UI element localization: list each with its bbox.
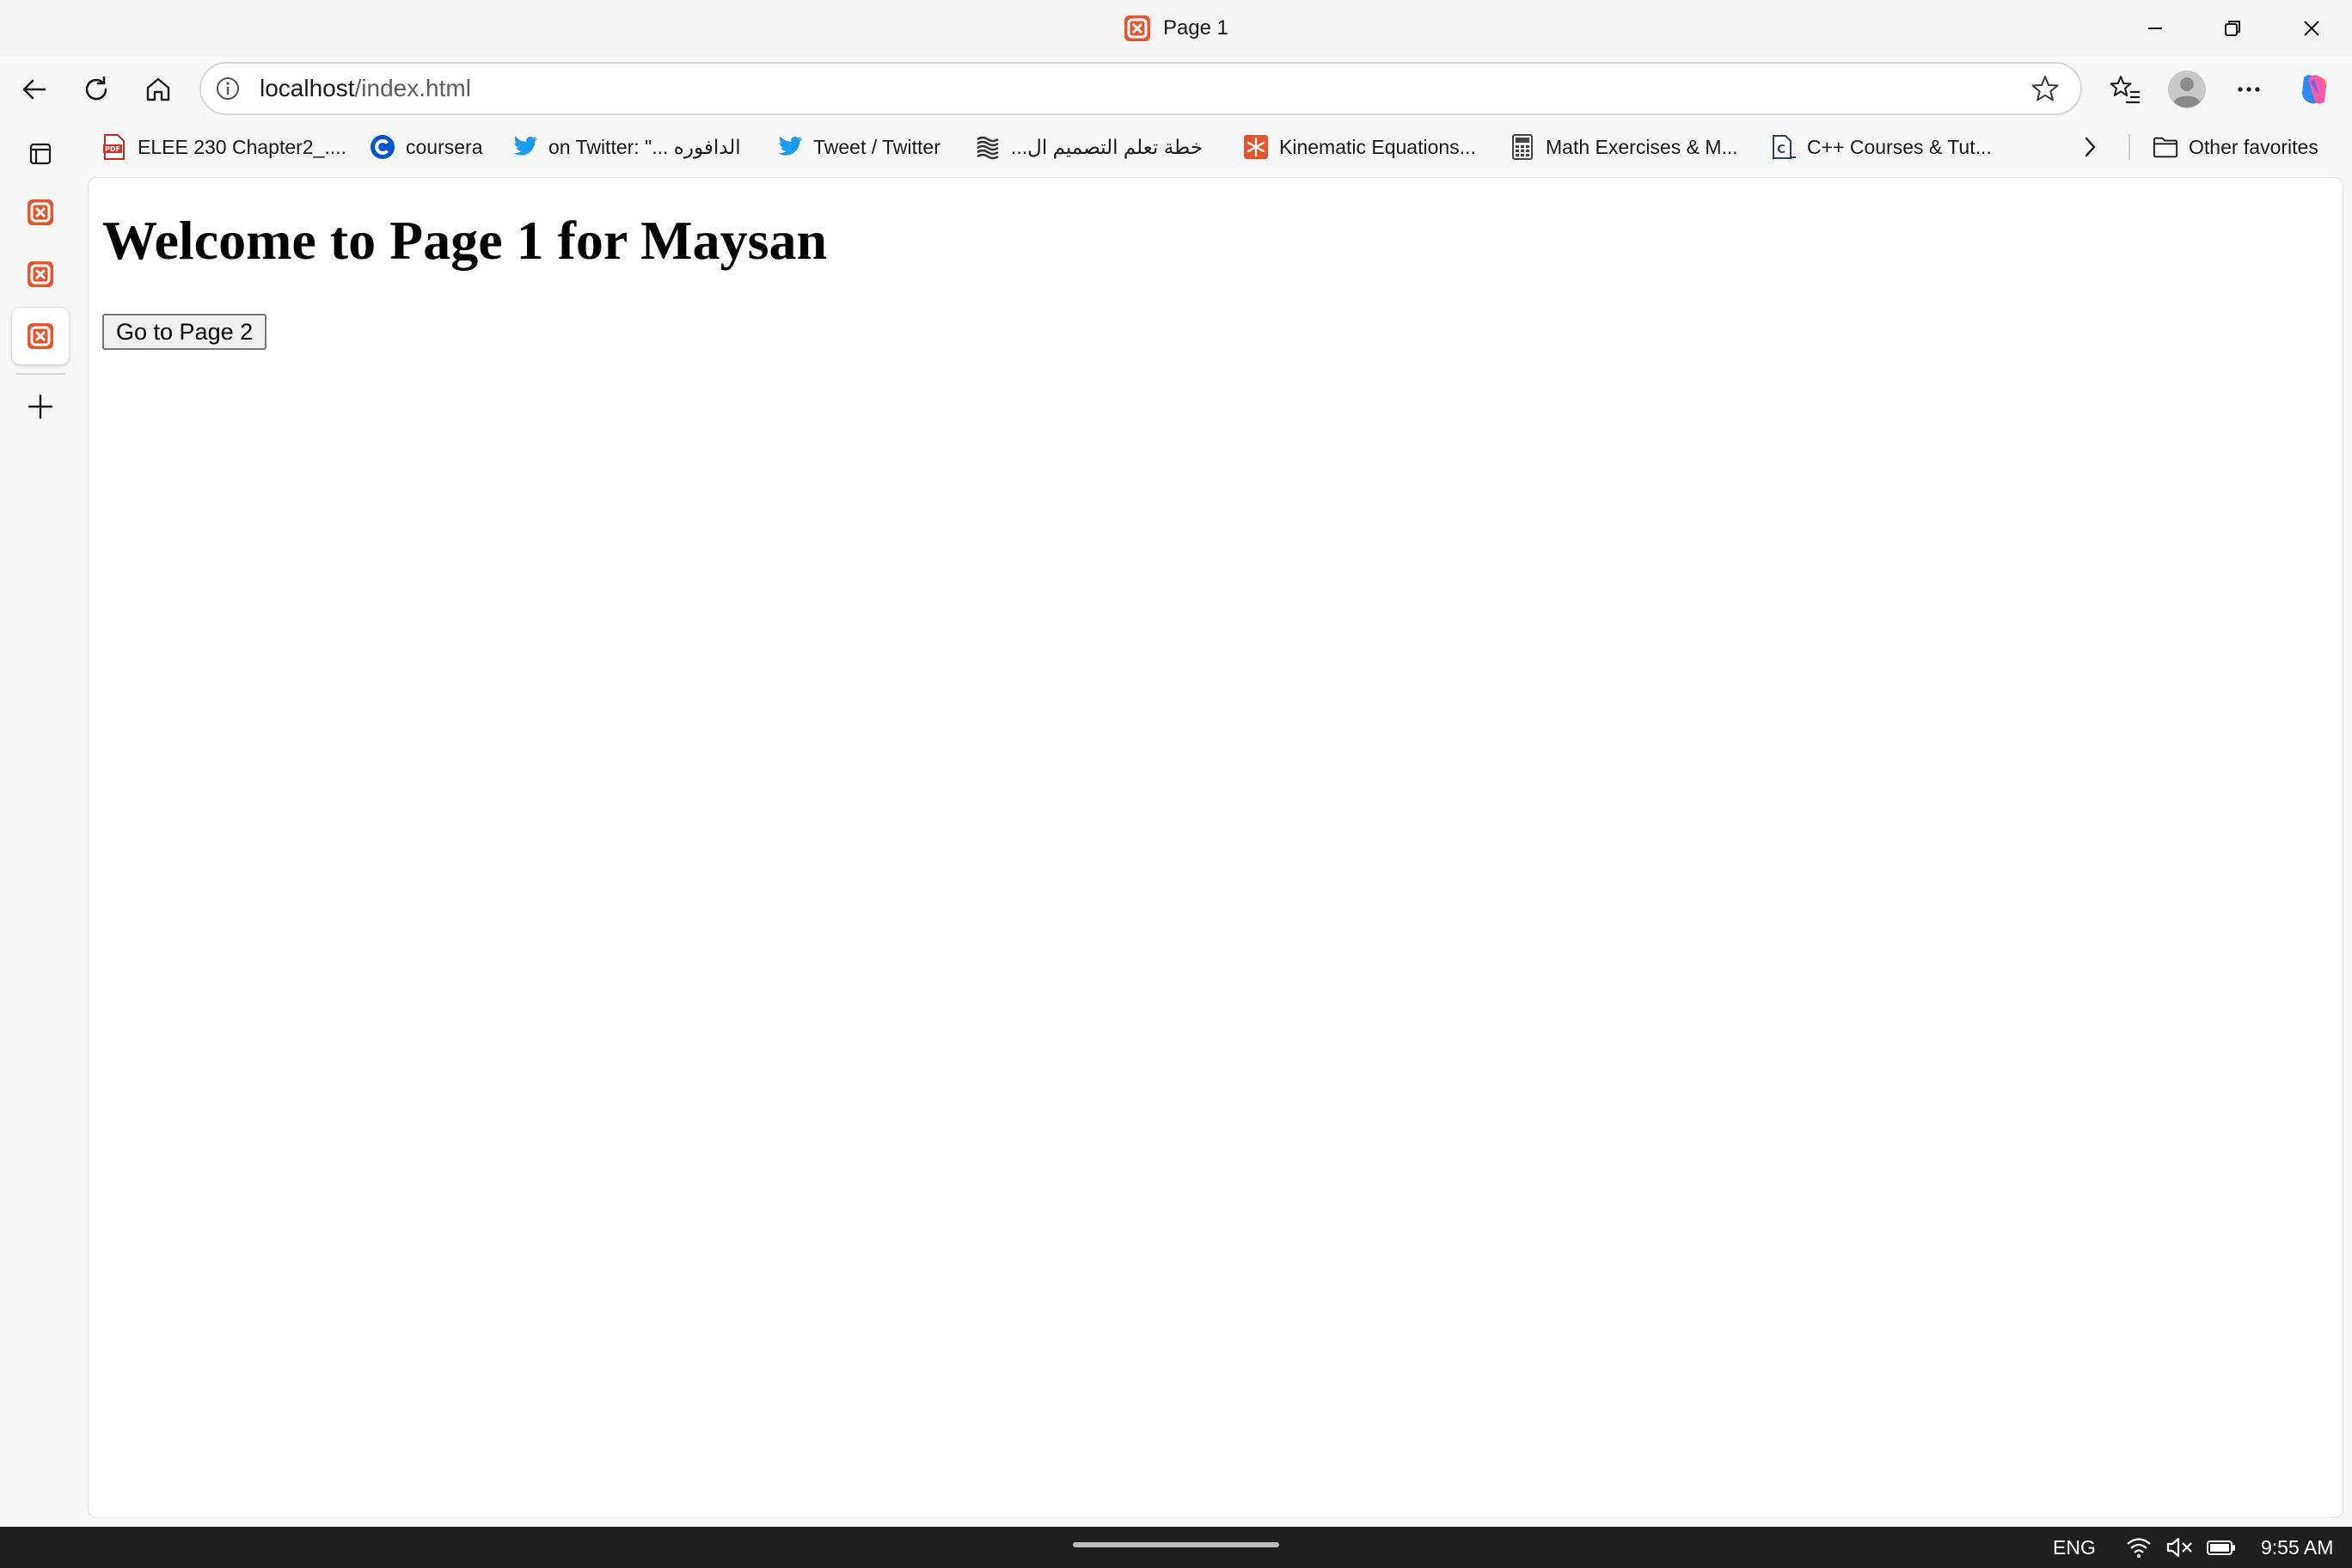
svg-text:PDF: PDF (105, 145, 120, 153)
battery-icon[interactable] (2206, 1534, 2237, 1561)
profile-button[interactable] (2159, 62, 2214, 117)
new-tab-button[interactable] (12, 378, 69, 435)
favorite-star-icon[interactable] (2030, 74, 2060, 103)
copilot-button[interactable] (2287, 62, 2342, 117)
restore-button[interactable] (2194, 0, 2271, 57)
back-button[interactable] (7, 62, 62, 117)
back-arrow-icon (22, 79, 46, 100)
close-button[interactable] (2273, 0, 2350, 57)
snowflake-icon (1243, 134, 1269, 160)
xampp-icon (28, 199, 53, 225)
bookmarks-divider (2128, 134, 2130, 160)
tab-actions-icon (29, 143, 52, 165)
minimize-icon (2148, 28, 2162, 29)
bookmark-item[interactable]: Tweet / Twitter (777, 127, 940, 167)
language-indicator[interactable]: ENG (2053, 1527, 2096, 1568)
wifi-icon[interactable] (2125, 1534, 2153, 1561)
settings-more-button[interactable] (2221, 62, 2276, 117)
close-icon (2304, 21, 2319, 36)
other-favorites-button[interactable]: Other favorites (2153, 127, 2318, 167)
clock-time[interactable]: 9:55 AM (2261, 1527, 2333, 1568)
bookmark-label: coursera (406, 135, 483, 158)
window-title: Page 1 (1162, 16, 1229, 40)
refresh-button[interactable] (69, 62, 124, 117)
page-heading: Welcome to Page 1 for Maysan (102, 210, 828, 271)
avatar-icon (2168, 70, 2206, 108)
go-to-page-2-button[interactable]: Go to Page 2 (102, 314, 267, 350)
bookmark-item[interactable]: coursera (370, 127, 482, 167)
bookmark-item[interactable]: on Twitter: "... الدافوره (512, 127, 741, 167)
svg-text:C: C (1777, 144, 1785, 156)
bookmark-item[interactable]: Kinematic Equations... (1243, 127, 1476, 167)
bookmark-item[interactable]: PDF ELEE 230 Chapter2_.... (101, 127, 346, 167)
tab-actions-button[interactable] (12, 126, 69, 182)
refresh-icon (85, 76, 107, 101)
bookmark-label: on Twitter: "... الدافوره (548, 135, 741, 158)
bookmark-item[interactable]: Math Exercises & M... (1510, 127, 1738, 167)
pdf-icon: PDF (101, 134, 127, 160)
bookmark-label: Kinematic Equations... (1279, 135, 1476, 158)
bookmark-item[interactable]: خطة تعلم التصميم ال... (975, 127, 1203, 167)
address-bar[interactable]: localhost/index.html (199, 62, 2082, 115)
calculator-icon (1510, 134, 1535, 160)
bookmarks-bar: PDF ELEE 230 Chapter2_.... coursera on T… (86, 127, 2352, 167)
taskbar (0, 1527, 2352, 1568)
home-icon (146, 77, 170, 101)
minimize-button[interactable] (2116, 0, 2194, 57)
bookmark-item[interactable]: C C++ Courses & Tut... (1771, 127, 1992, 167)
stack-icon (975, 134, 1001, 160)
coursera-icon (370, 134, 395, 160)
bookmark-label: خطة تعلم التصميم ال... (1011, 135, 1204, 158)
bookmarks-overflow-button[interactable] (2070, 127, 2110, 167)
xampp-icon (28, 261, 53, 287)
twitter-icon (777, 134, 803, 160)
vertical-tab[interactable] (12, 246, 69, 303)
copilot-icon (2302, 75, 2327, 104)
url-path: /index.html (354, 75, 471, 101)
window-title-area: Page 1 (0, 12, 2352, 45)
vertical-tab[interactable] (12, 184, 69, 241)
more-dots-icon (2238, 87, 2260, 92)
favorites-list-icon (2110, 76, 2140, 104)
bookmark-label: Tweet / Twitter (813, 135, 940, 158)
bookmark-label: ELEE 230 Chapter2_.... (138, 135, 346, 158)
other-favorites-label: Other favorites (2189, 135, 2318, 158)
favorites-button[interactable] (2098, 62, 2153, 117)
restore-icon (2225, 21, 2240, 36)
bookmark-label: C++ Courses & Tut... (1807, 135, 1992, 158)
page-content: Welcome to Page 1 for Maysan Go to Page … (88, 177, 2343, 1518)
home-button[interactable] (131, 62, 186, 117)
vertical-tab-active[interactable] (12, 308, 69, 364)
plus-icon (28, 394, 53, 420)
twitter-icon (512, 134, 538, 160)
info-icon[interactable] (215, 76, 241, 101)
volume-muted-icon[interactable] (2165, 1534, 2194, 1561)
folder-icon (2153, 134, 2178, 160)
bookmark-label: Math Exercises & M... (1546, 135, 1738, 158)
xampp-icon (1124, 15, 1151, 42)
taskbar-handle[interactable] (1073, 1542, 1279, 1547)
cpp-doc-icon: C (1771, 134, 1797, 160)
chevron-right-icon (2085, 137, 2096, 157)
url-text[interactable]: localhost/index.html (260, 64, 471, 113)
url-host: localhost (260, 75, 355, 101)
xampp-icon (28, 323, 53, 349)
tab-divider (15, 373, 65, 375)
